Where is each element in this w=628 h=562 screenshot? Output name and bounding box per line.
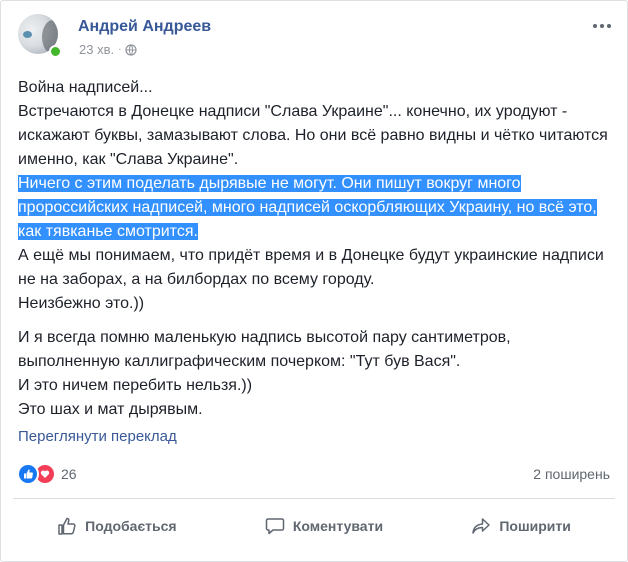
share-arrow-icon xyxy=(472,518,491,534)
actions-divider xyxy=(13,498,615,499)
like-button[interactable]: Подобається xyxy=(57,516,177,536)
post-meta: 23 хв. · xyxy=(79,42,138,57)
comment-button[interactable]: Коментувати xyxy=(265,516,383,536)
highlighted-selection: Ничего с этим поделать дырявые не могут.… xyxy=(18,175,597,240)
see-translation-link[interactable]: Переглянути переклад xyxy=(18,428,177,445)
share-label: Поширити xyxy=(499,518,571,534)
post-paragraph-2: И я всегда помню маленькую надпись высот… xyxy=(18,326,610,422)
post-line: И я всегда помню маленькую надпись высот… xyxy=(18,329,511,370)
post-time[interactable]: 23 хв. xyxy=(79,42,114,57)
online-status-dot xyxy=(49,45,62,58)
like-reaction-icon xyxy=(17,463,39,485)
post-line: Это шах и мат дырявым. xyxy=(18,401,203,418)
post-actions-bar: Подобається Коментувати Поширити xyxy=(13,507,615,545)
post-line: Война надписей... xyxy=(18,79,153,96)
like-label: Подобається xyxy=(85,518,177,534)
more-options-button[interactable] xyxy=(591,18,613,34)
comment-icon xyxy=(265,518,285,535)
reactions-summary[interactable]: 26 xyxy=(17,463,77,485)
post-line: И это ничем перебить нельзя.)) xyxy=(18,377,253,394)
post-card: Андрей Андреев 23 хв. · Война надписей..… xyxy=(0,0,628,562)
share-count[interactable]: 2 поширень xyxy=(533,466,610,482)
post-line: Неизбежно это.)) xyxy=(18,295,145,312)
avatar-eye xyxy=(23,31,32,38)
author-name[interactable]: Андрей Андреев xyxy=(78,18,211,36)
thumbs-up-icon xyxy=(58,517,76,535)
reaction-count[interactable]: 26 xyxy=(61,466,77,482)
post-line: А ещё мы понимаем, что придёт время и в … xyxy=(18,247,604,288)
meta-separator: · xyxy=(118,44,122,55)
post-line: Встречаются в Донецке надписи "Слава Укр… xyxy=(18,103,608,168)
share-button[interactable]: Поширити xyxy=(471,516,571,536)
post-body: Война надписей... Встречаются в Донецке … xyxy=(18,76,610,432)
post-paragraph-1: Война надписей... Встречаются в Донецке … xyxy=(18,76,610,316)
comment-label: Коментувати xyxy=(292,518,384,534)
more-dots-icon xyxy=(593,24,597,28)
globe-icon[interactable] xyxy=(125,43,138,56)
post-line-highlighted: Ничего с этим поделать дырявые не могут.… xyxy=(18,172,610,244)
